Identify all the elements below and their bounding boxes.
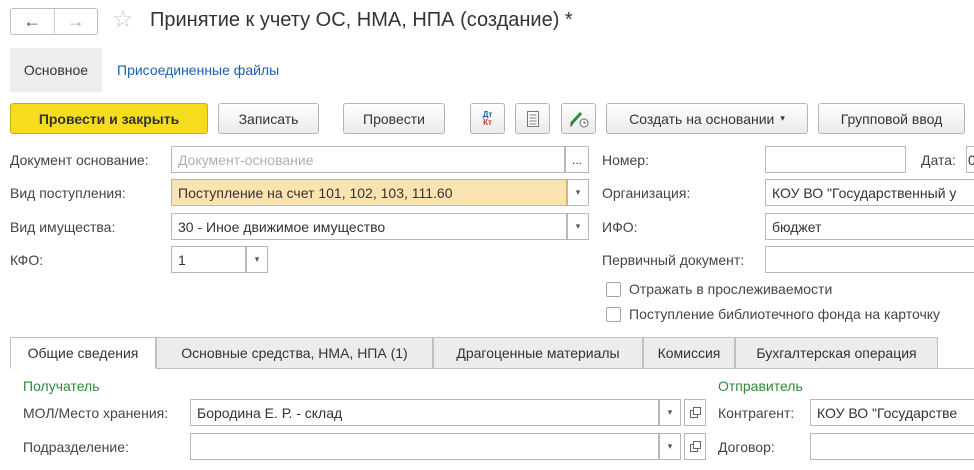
doc-basis-select-button[interactable]: ... (565, 146, 589, 173)
pen-clock-icon (569, 111, 588, 127)
tab-accounting-operation[interactable]: Бухгалтерская операция (735, 337, 938, 369)
open-window-icon (689, 441, 701, 452)
primary-doc-field[interactable] (765, 246, 974, 273)
forward-button[interactable]: → (53, 9, 98, 34)
doc-basis-field[interactable]: Документ-основание (171, 146, 565, 173)
create-based-on-button[interactable]: Создать на основании ▾ (606, 103, 808, 134)
document-list-icon (526, 110, 539, 127)
tab-general[interactable]: Общие сведения (10, 337, 156, 369)
ifo-field[interactable]: бюджет (765, 213, 974, 240)
doc-basis-label: Документ основание: (10, 152, 149, 168)
chevron-down-icon: ▾ (667, 407, 673, 417)
back-arrow-icon: ← (23, 11, 42, 31)
post-button[interactable]: Провести (343, 103, 445, 134)
chevron-down-icon: ▾ (780, 113, 785, 123)
receipt-type-field[interactable]: Поступление на счет 101, 102, 103, 111.6… (171, 179, 567, 206)
forward-arrow-icon: → (66, 11, 85, 31)
division-open-button[interactable] (684, 433, 706, 460)
mol-label: МОЛ/Место хранения: (23, 405, 169, 421)
property-type-dropdown[interactable]: ▾ (567, 213, 589, 240)
receipt-type-label: Вид поступления: (10, 185, 126, 201)
contract-field[interactable] (810, 433, 974, 460)
mol-open-button[interactable] (684, 399, 706, 426)
save-button[interactable]: Записать (218, 103, 319, 134)
tab-commission[interactable]: Комиссия (643, 337, 735, 369)
chevron-down-icon: ▾ (575, 187, 581, 197)
chevron-down-icon: ▾ (575, 221, 581, 231)
back-button[interactable]: ← (11, 9, 54, 34)
number-field[interactable] (765, 146, 906, 173)
chevron-down-icon: ▾ (254, 254, 260, 264)
dt-kt-button[interactable]: Дт Кт (470, 103, 505, 134)
library-checkbox[interactable] (606, 307, 621, 322)
counterparty-label: Контрагент: (718, 405, 795, 421)
report-button[interactable] (515, 103, 550, 134)
chevron-down-icon: ▾ (667, 441, 673, 451)
section-tab-main[interactable]: Основное (10, 48, 102, 92)
tab-fixed-assets[interactable]: Основные средства, НМА, НПА (1) (156, 337, 433, 369)
favorite-star-icon[interactable]: ☆ (112, 6, 134, 34)
organization-label: Организация: (602, 185, 691, 201)
mol-field[interactable]: Бородина Е. Р. - склад (190, 399, 659, 426)
date-label: Дата: (921, 152, 956, 168)
nav-buttons: ← → (10, 8, 98, 35)
group-input-button[interactable]: Групповой ввод (818, 103, 965, 134)
division-label: Подразделение: (23, 439, 129, 455)
division-dropdown[interactable]: ▾ (659, 433, 681, 460)
date-field[interactable]: 0 (966, 146, 974, 173)
track-checkbox[interactable] (606, 282, 621, 297)
property-type-field[interactable]: 30 - Иное движимое имущество (171, 213, 567, 240)
recipient-heading: Получатель (23, 378, 100, 394)
library-label: Поступление библиотечного фонда на карто… (629, 306, 941, 322)
post-and-close-button[interactable]: Провести и закрыть (10, 103, 208, 134)
edit-history-button[interactable] (561, 103, 596, 134)
counterparty-field[interactable]: КОУ ВО "Государстве (810, 399, 974, 426)
kfo-label: КФО: (10, 252, 44, 268)
tab-precious-materials[interactable]: Драгоценные материалы (433, 337, 643, 369)
track-label: Отражать в прослеживаемости (629, 281, 833, 297)
receipt-type-dropdown[interactable]: ▾ (567, 179, 589, 206)
kfo-dropdown[interactable]: ▾ (246, 246, 268, 273)
division-field[interactable] (190, 433, 659, 460)
number-label: Номер: (602, 152, 649, 168)
dt-kt-icon: Дт Кт (483, 110, 493, 127)
sender-heading: Отправитель (718, 378, 803, 394)
organization-field[interactable]: КОУ ВО "Государственный у (765, 179, 974, 206)
property-type-label: Вид имущества: (10, 219, 116, 235)
contract-label: Договор: (718, 439, 775, 455)
open-window-icon (689, 407, 701, 418)
ellipsis-icon: ... (571, 152, 582, 167)
kfo-field[interactable]: 1 (171, 246, 246, 273)
mol-dropdown[interactable]: ▾ (659, 399, 681, 426)
attached-files-link[interactable]: Присоединенные файлы (117, 62, 279, 78)
kt-label: Кт (483, 117, 492, 127)
primary-doc-label: Первичный документ: (602, 252, 745, 268)
create-based-on-label: Создать на основании (629, 110, 775, 127)
page-title: Принятие к учету ОС, НМА, НПА (создание)… (150, 9, 573, 31)
ifo-label: ИФО: (602, 219, 638, 235)
